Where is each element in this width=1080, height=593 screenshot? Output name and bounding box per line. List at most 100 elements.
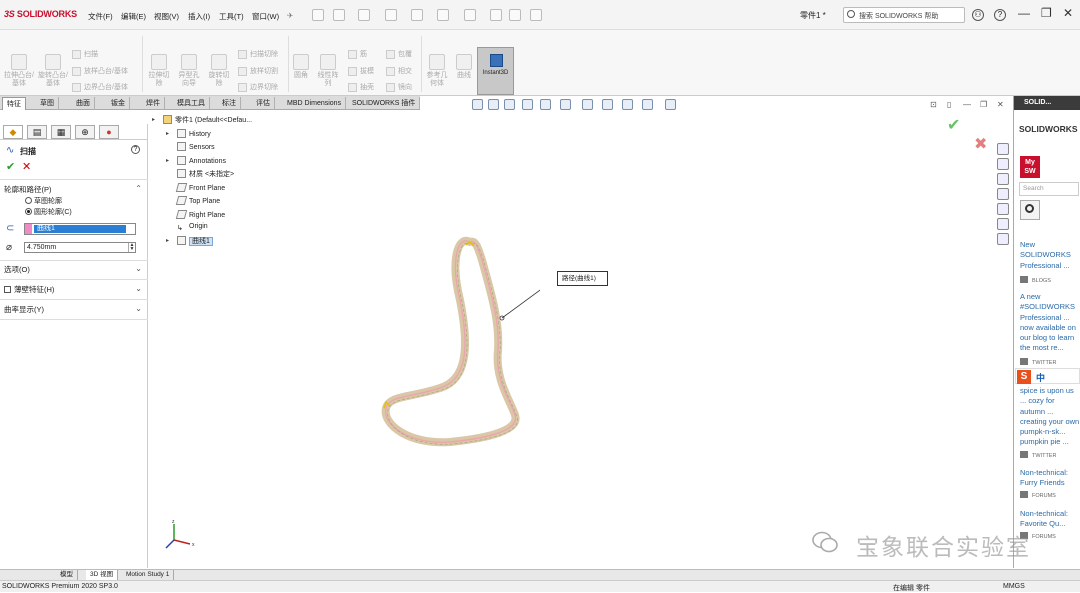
display-style-icon[interactable]	[582, 99, 593, 110]
help-icon[interactable]: ?	[131, 145, 140, 154]
save-icon[interactable]	[385, 9, 397, 21]
tab-mbd-dimensions[interactable]: MBD Dimensions	[283, 97, 347, 110]
graphics-area[interactable]	[150, 112, 1012, 568]
diameter-input[interactable]: 4.750mm ▲ ▼	[24, 242, 136, 253]
apply-scene-icon[interactable]	[642, 99, 653, 110]
dimxpert-tab-icon[interactable]: ⊕	[75, 125, 95, 139]
doc-close-icon[interactable]: ✕	[997, 100, 1004, 109]
tree-item-annotations[interactable]: Annotations	[177, 156, 226, 165]
extrude-boss-button[interactable]: 拉伸凸台/基体	[4, 54, 34, 88]
edit-appearance-icon[interactable]	[622, 99, 633, 110]
wrap-button[interactable]: 包覆	[386, 49, 412, 59]
feed-item[interactable]: Non-technical: Favorite Qu...	[1020, 509, 1080, 530]
ime-toolbar[interactable]: S 中	[1015, 368, 1080, 384]
hole-wizard-button[interactable]: 异型孔向导	[176, 54, 202, 88]
collapse-arrow-icon[interactable]: ▸	[152, 116, 155, 123]
sweep-button[interactable]: 扫描	[72, 49, 98, 59]
resources-tab-icon[interactable]	[997, 158, 1009, 170]
close-button[interactable]: ✕	[1063, 6, 1073, 20]
forum-search-input[interactable]: Search	[1019, 182, 1079, 196]
instant3d-button[interactable]: Instant3D	[477, 47, 514, 95]
menu-view[interactable]: 视图(V)	[154, 11, 179, 22]
linear-pattern-button[interactable]: 线性阵列	[315, 54, 341, 88]
tree-item-origin[interactable]: ↳ Origin	[177, 223, 208, 233]
section-view-icon[interactable]	[522, 99, 533, 110]
units-selector[interactable]: MMGS	[1003, 583, 1025, 590]
fillet-button[interactable]: 圆角	[291, 54, 311, 80]
options-gear-icon[interactable]	[530, 9, 542, 21]
extrude-cut-button[interactable]: 拉伸切除	[146, 54, 172, 88]
confirm-cancel-icon[interactable]: ✖	[974, 134, 987, 154]
ok-button[interactable]: ✔	[6, 160, 15, 173]
radio-sketch-profile[interactable]: 草图轮廓	[25, 196, 62, 206]
expand-arrow-icon[interactable]: ▸	[166, 157, 169, 164]
tab-features[interactable]: 特征	[2, 97, 26, 110]
tree-item-curve1[interactable]: 曲线1	[177, 236, 213, 246]
confirm-ok-icon[interactable]: ✔	[947, 115, 960, 135]
expand-arrow-icon[interactable]: ▸	[166, 237, 169, 244]
radio-circular-profile[interactable]: 圆形轮廓(C)	[25, 207, 72, 217]
intersect-button[interactable]: 相交	[386, 66, 412, 76]
forum-search-button[interactable]	[1020, 200, 1040, 220]
tab-evaluate[interactable]: 评估	[252, 97, 275, 110]
pin-icon[interactable]: ✈	[287, 11, 293, 20]
tree-item-front-plane[interactable]: Front Plane	[175, 183, 225, 192]
tree-item-history[interactable]: History	[177, 129, 211, 138]
view-orientation-icon[interactable]	[560, 99, 571, 110]
tab-addins[interactable]: SOLIDWORKS 插件	[348, 97, 421, 110]
doc-minimize-icon[interactable]: —	[963, 100, 971, 109]
mysw-logo[interactable]: My SW	[1020, 156, 1040, 178]
lofted-cut-button[interactable]: 放样切割	[238, 66, 278, 76]
menu-file[interactable]: 文件(F)	[88, 11, 113, 22]
new-document-icon[interactable]	[333, 9, 345, 21]
doc-restore-icon[interactable]: ▯	[947, 100, 951, 109]
select-icon[interactable]	[464, 9, 476, 21]
tab-sheet-metal[interactable]: 钣金	[107, 97, 130, 110]
revolve-boss-button[interactable]: 旋转凸台/基体	[38, 54, 68, 88]
tree-item-right-plane[interactable]: Right Plane	[175, 210, 225, 219]
appearances-tab-icon[interactable]	[997, 203, 1009, 215]
tree-item-material[interactable]: 材质 <未指定>	[177, 169, 234, 179]
tab-model[interactable]: 模型	[56, 570, 78, 580]
cancel-button[interactable]: ✕	[22, 160, 31, 173]
boundary-boss-button[interactable]: 边界凸台/基体	[72, 82, 128, 92]
swept-cut-button[interactable]: 扫描切除	[238, 49, 278, 59]
configuration-manager-tab-icon[interactable]: ▦	[51, 125, 71, 139]
file-properties-icon[interactable]	[509, 9, 521, 21]
feature-manager-tab-icon[interactable]: ◆	[3, 125, 23, 139]
menu-edit[interactable]: 编辑(E)	[121, 11, 146, 22]
hide-show-items-icon[interactable]	[602, 99, 613, 110]
path-callout[interactable]: 路径(曲线1)	[557, 271, 608, 286]
boundary-cut-button[interactable]: 边界切除	[238, 82, 278, 92]
menu-insert[interactable]: 插入(I)	[188, 11, 210, 22]
tree-item-top-plane[interactable]: Top Plane	[175, 196, 220, 205]
zoom-area-icon[interactable]	[488, 99, 499, 110]
shell-button[interactable]: 抽壳	[348, 82, 374, 92]
file-explorer-tab-icon[interactable]	[997, 188, 1009, 200]
tab-sketch[interactable]: 草图	[36, 97, 59, 110]
curvature-display-group[interactable]: 曲率显示(Y) ⌄	[4, 304, 144, 315]
draft-button[interactable]: 拔模	[348, 66, 374, 76]
curves-button[interactable]: 曲线	[453, 54, 475, 80]
tree-item-sensors[interactable]: Sensors	[177, 142, 215, 151]
sweep-preview-model[interactable]	[370, 230, 540, 455]
display-manager-tab-icon[interactable]: ●	[99, 125, 119, 139]
property-manager-tab-icon[interactable]: ▤	[27, 125, 47, 139]
undo-icon[interactable]	[437, 9, 449, 21]
tab-weldments[interactable]: 焊件	[142, 97, 165, 110]
revolve-cut-button[interactable]: 旋转切除	[206, 54, 232, 88]
feed-item[interactable]: A new #SOLIDWORKS Professional ... now a…	[1020, 292, 1080, 354]
previous-view-icon[interactable]	[504, 99, 515, 110]
mirror-button[interactable]: 镜向	[386, 82, 412, 92]
tab-3d-view[interactable]: 3D 视图	[86, 570, 119, 580]
rib-button[interactable]: 筋	[348, 49, 367, 59]
tab-surfaces[interactable]: 曲面	[72, 97, 95, 110]
help-icon[interactable]: ?	[994, 9, 1006, 21]
print-icon[interactable]	[411, 9, 423, 21]
solidworks-logo[interactable]: 3S SOLIDWORKS	[4, 9, 77, 19]
tree-root-part[interactable]: 零件1 (Default<<Defau...	[163, 115, 252, 125]
menu-tools[interactable]: 工具(T)	[219, 11, 244, 22]
zoom-to-fit-icon[interactable]	[472, 99, 483, 110]
expand-panel-icon[interactable]: ⊡	[930, 100, 937, 109]
dynamic-annotation-icon[interactable]	[540, 99, 551, 110]
